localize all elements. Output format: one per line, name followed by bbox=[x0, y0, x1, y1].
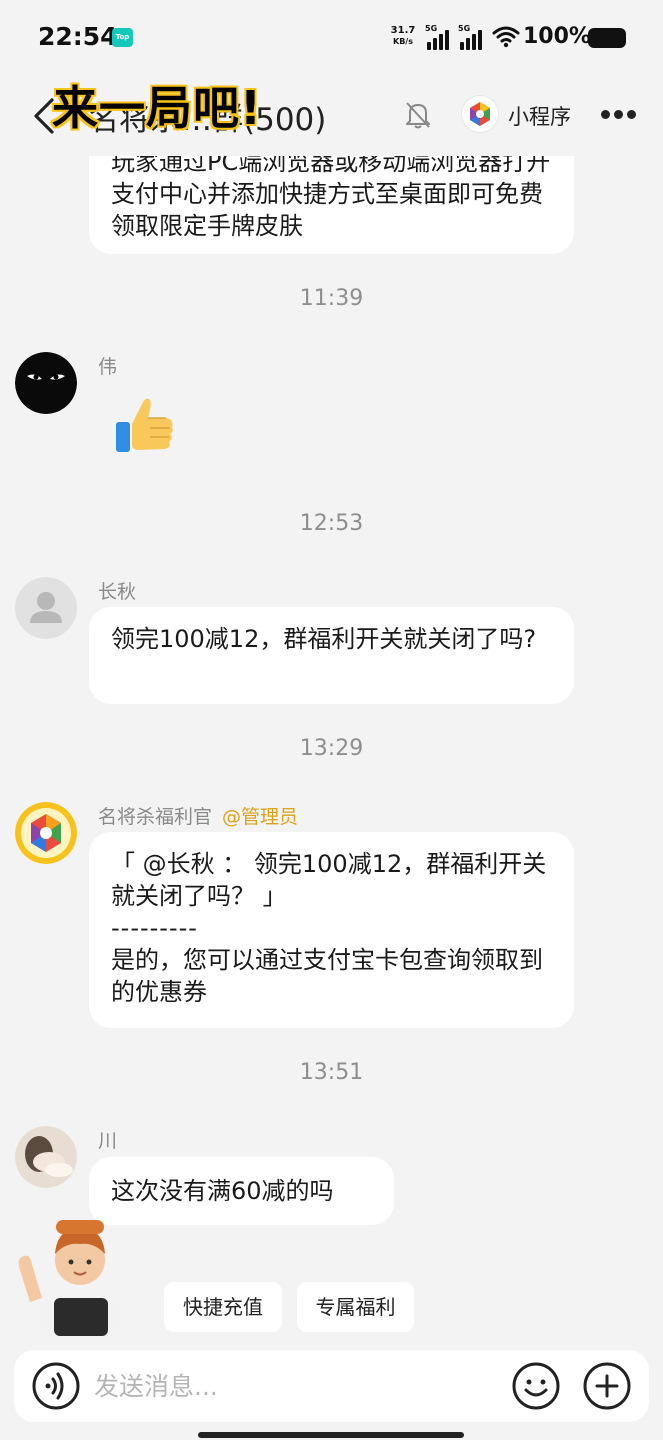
official-account-avatar[interactable] bbox=[15, 802, 77, 864]
net-speed-value: 31.7 bbox=[390, 25, 416, 36]
message-text: 这次没有满60减的吗 bbox=[111, 1177, 334, 1205]
home-indicator[interactable] bbox=[198, 1432, 464, 1438]
avatar[interactable] bbox=[15, 352, 77, 414]
net-speed-unit: KB/s bbox=[393, 37, 413, 46]
wifi-icon bbox=[492, 26, 520, 48]
message-input[interactable] bbox=[94, 1366, 494, 1406]
message-bubble[interactable]: 「 @长秋 ： 领完100减12，群福利开关就关闭了吗？ 」 ---------… bbox=[89, 832, 574, 1028]
default-avatar-icon[interactable] bbox=[15, 577, 77, 639]
sender-name: 长秋 bbox=[98, 581, 137, 603]
sender-name: 川 bbox=[98, 1130, 118, 1152]
mini-program-label[interactable]: 小程序 bbox=[508, 101, 571, 131]
timestamp: 13:29 bbox=[299, 736, 364, 761]
message-text: 是的，您可以通过支付宝卡包查询领取到的优惠券 bbox=[111, 946, 543, 1006]
mute-bell-icon[interactable] bbox=[404, 100, 432, 130]
quick-recharge-button[interactable]: 快捷充值 bbox=[164, 1282, 282, 1332]
signal-1-label: 5G bbox=[425, 24, 438, 33]
status-time: 22:54 bbox=[38, 22, 118, 51]
battery-icon bbox=[588, 28, 626, 48]
voice-input-icon[interactable] bbox=[32, 1362, 80, 1410]
emoji-icon[interactable] bbox=[512, 1362, 560, 1410]
timestamp: 12:53 bbox=[299, 511, 364, 536]
sender-name: 名将杀福利官 @管理员 bbox=[98, 802, 298, 829]
thumbs-up-sticker-icon[interactable] bbox=[112, 392, 178, 458]
admin-role-tag: @管理员 bbox=[222, 806, 299, 828]
message-bubble[interactable]: 玩家通过PC端浏览器或移动端浏览器打开支付中心并添加快捷方式至桌面即可免费领取限… bbox=[89, 156, 574, 254]
signal-1-icon: 5G bbox=[425, 24, 453, 50]
signal-2-icon: 5G bbox=[458, 24, 486, 50]
quote-divider: --------- bbox=[111, 914, 198, 942]
sender-name-text: 名将杀福利官 bbox=[98, 806, 213, 828]
timestamp: 13:51 bbox=[299, 1060, 364, 1085]
video-overlay-caption: 来一局吧! bbox=[51, 80, 263, 137]
sender-name: 伟 bbox=[98, 356, 118, 378]
message-list[interactable]: 玩家通过PC端浏览器或移动端浏览器打开支付中心并添加快捷方式至桌面即可免费领取限… bbox=[0, 156, 663, 1346]
status-bar: 22:54 Top 31.7 KB/s 5G 5G 100% bbox=[0, 0, 663, 76]
quoted-message: 「 @长秋 ： 领完100减12，群福利开关就关闭了吗？ 」 bbox=[111, 850, 547, 910]
exclusive-welfare-button[interactable]: 专属福利 bbox=[297, 1282, 414, 1332]
message-text: 领完100减12，群福利开关就关闭了吗? bbox=[111, 625, 537, 653]
timestamp: 11:39 bbox=[299, 286, 364, 311]
avatar[interactable] bbox=[15, 1126, 77, 1188]
mini-program-logo-icon[interactable] bbox=[462, 96, 498, 132]
assistant-mascot-icon[interactable] bbox=[12, 1214, 142, 1336]
signal-2-label: 5G bbox=[458, 24, 471, 33]
message-text: 玩家通过PC端浏览器或移动端浏览器打开支付中心并添加快捷方式至桌面即可免费领取限… bbox=[111, 156, 551, 240]
message-bubble[interactable]: 领完100减12，群福利开关就关闭了吗? bbox=[89, 607, 574, 704]
net-speed: 31.7 KB/s bbox=[388, 25, 418, 47]
app-badge-icon: Top bbox=[112, 28, 133, 47]
message-input-bar bbox=[14, 1350, 649, 1422]
more-options-icon[interactable] bbox=[601, 110, 637, 120]
battery-percent: 100% bbox=[523, 24, 591, 49]
more-functions-plus-icon[interactable] bbox=[583, 1362, 631, 1410]
